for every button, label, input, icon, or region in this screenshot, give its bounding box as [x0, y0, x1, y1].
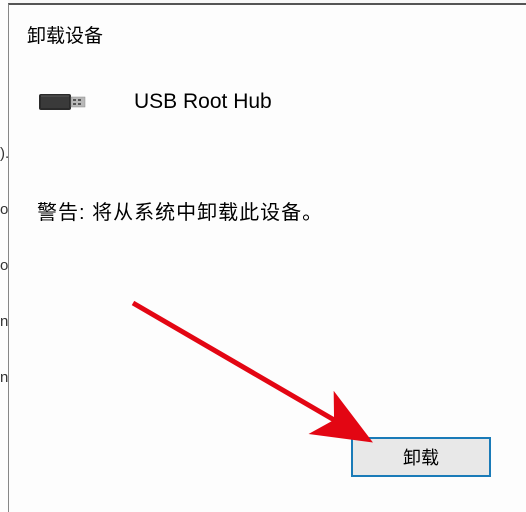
dialog-title: 卸载设备 — [9, 5, 526, 48]
warning-message: 警告: 将从系统中卸载此设备。 — [37, 196, 508, 225]
button-row: 卸载 — [351, 437, 491, 477]
device-info-row: USB Root Hub — [37, 88, 508, 116]
background-window-edge: ). o o n n — [0, 0, 8, 512]
usb-connector-icon — [37, 88, 89, 116]
uninstall-button[interactable]: 卸载 — [351, 437, 491, 477]
uninstall-device-dialog: 卸载设备 USB Root Hub 警告: — [8, 3, 526, 512]
device-name-label: USB Root Hub — [134, 90, 272, 114]
dialog-content: USB Root Hub 警告: 将从系统中卸载此设备。 — [9, 48, 526, 225]
